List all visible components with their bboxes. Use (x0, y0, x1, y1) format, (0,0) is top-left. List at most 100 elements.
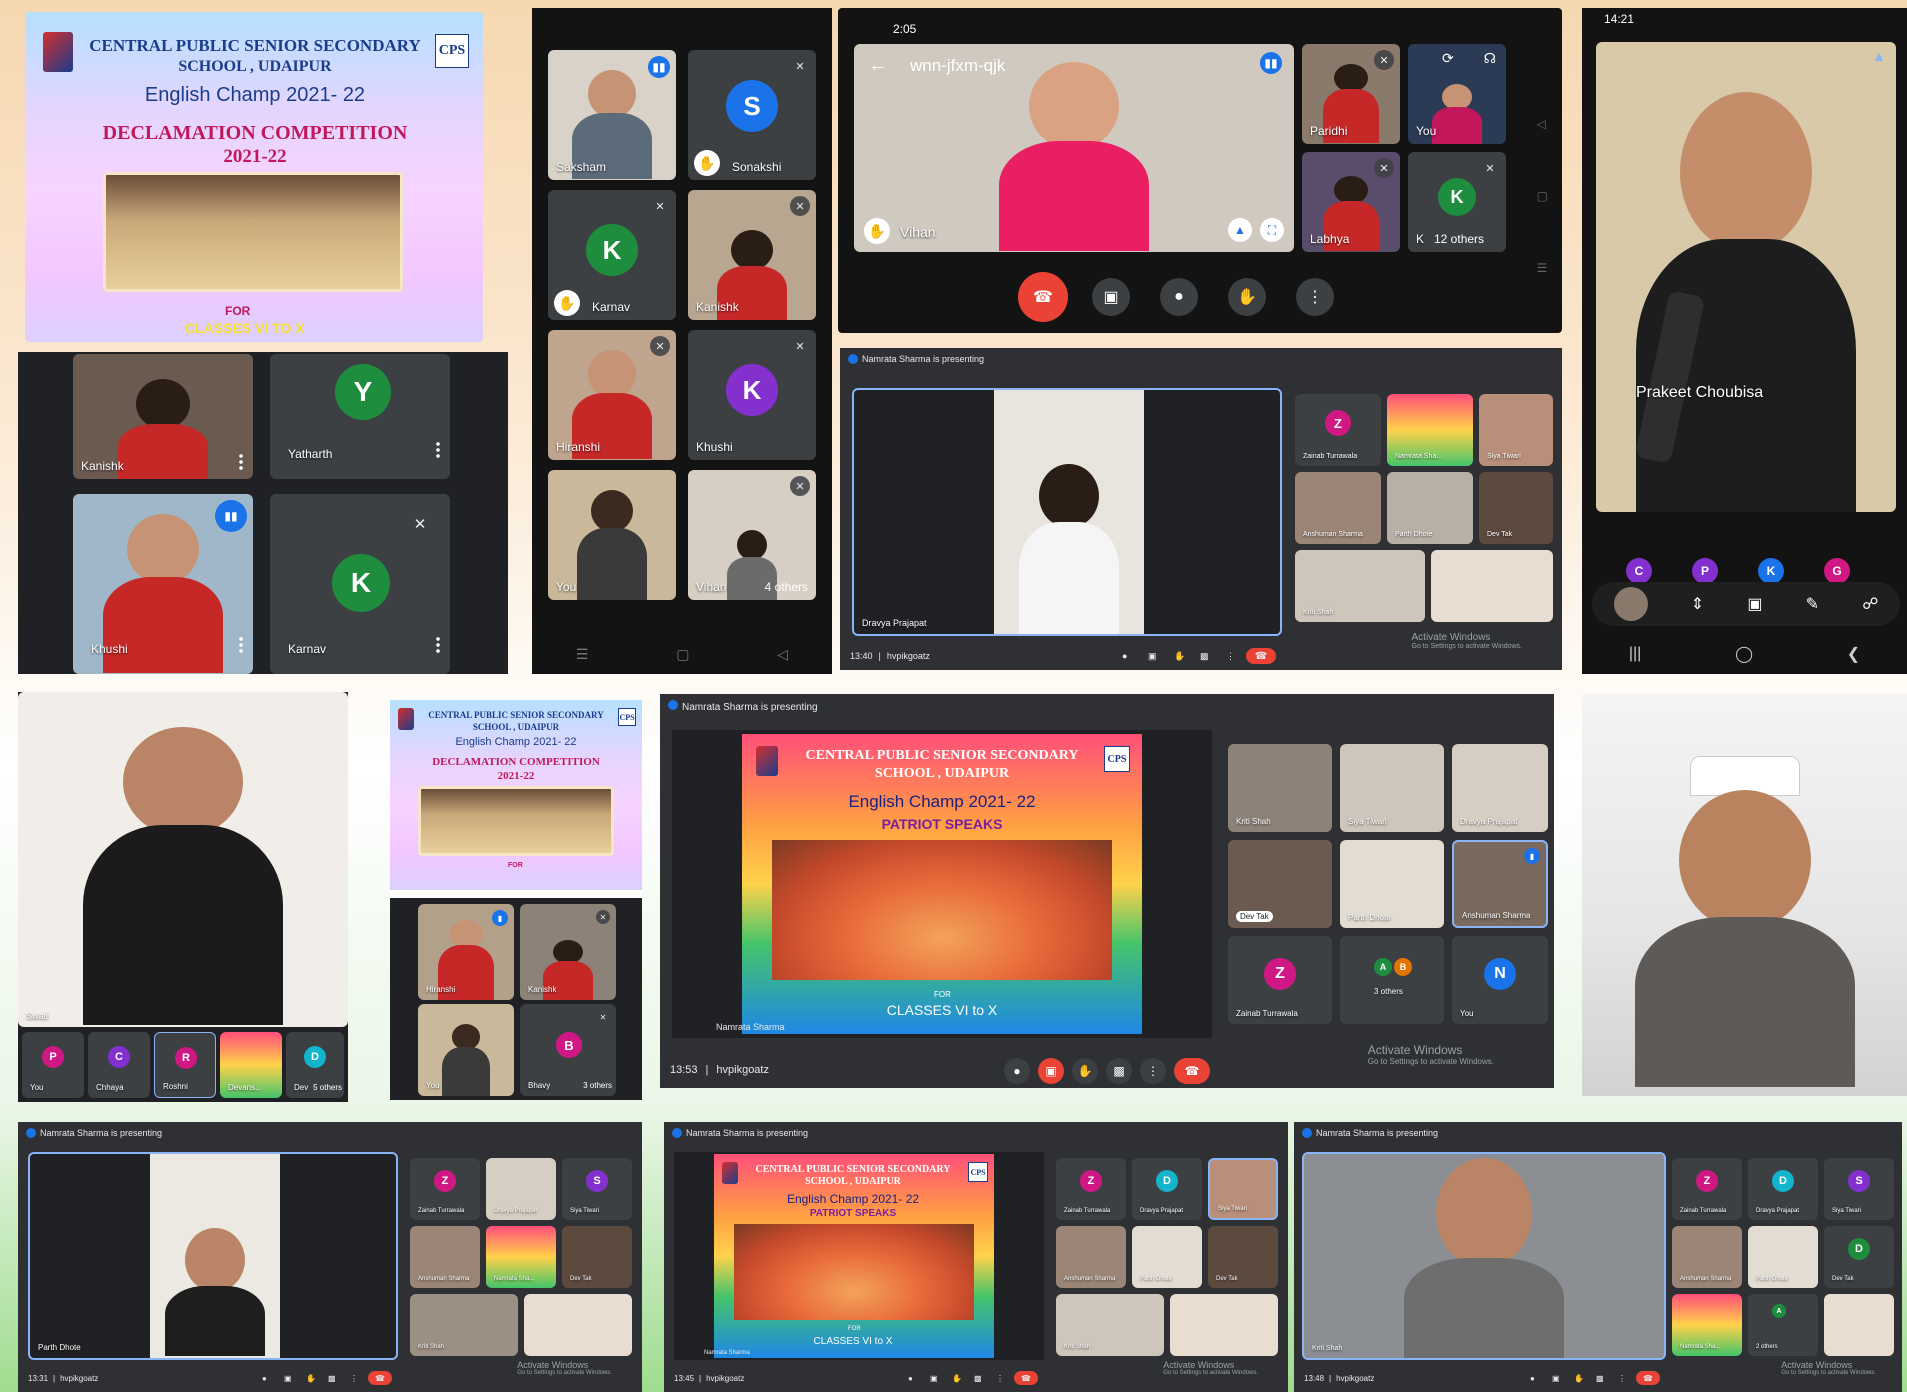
scroll-capture-icon[interactable]: ⇕ (1691, 594, 1704, 614)
mic-button[interactable]: ● (908, 1374, 913, 1383)
participant-tile[interactable]: Parth Dhote (1748, 1226, 1818, 1288)
participant-tile[interactable]: ▮▮ Khushi (73, 494, 253, 674)
recent-apps-icon[interactable]: ☰ (576, 646, 589, 663)
pin-icon[interactable]: ▲ (1228, 218, 1252, 242)
main-video[interactable]: Kriti Shah (1302, 1152, 1666, 1360)
participant-tile[interactable]: Namrata Sha... (486, 1226, 556, 1288)
participant-tile[interactable]: Dravya Prajapat (1452, 744, 1548, 832)
camera-button[interactable]: ▣ (930, 1374, 938, 1383)
more-options-button[interactable]: ⋮ (350, 1374, 358, 1383)
others-count[interactable]: 12 others (1434, 232, 1484, 246)
more-options-button[interactable]: ⋮ (1618, 1374, 1626, 1383)
participant-tile[interactable]: Z Zainab Turrawala (1672, 1158, 1742, 1220)
share-icon[interactable]: ☍ (1862, 594, 1878, 614)
main-video[interactable]: Prakeet Choubisa ▲ (1596, 42, 1896, 512)
participant-tile[interactable]: P You (22, 1032, 84, 1098)
participant-tile[interactable]: Dev Tak (1479, 472, 1553, 544)
raise-hand-button[interactable]: ✋ (1174, 651, 1185, 662)
present-button[interactable]: ▩ (328, 1374, 336, 1383)
present-button[interactable]: ▩ (1106, 1058, 1132, 1084)
camera-button[interactable]: ▣ (284, 1374, 292, 1383)
self-tile[interactable]: ⟳ ☊ You (1408, 44, 1506, 144)
participant-tile[interactable]: Z Zainab Turrawala (1295, 394, 1381, 466)
participant-tile[interactable]: ✕ S ✋ Sonakshi (688, 50, 816, 180)
recent-apps-icon[interactable]: ☰ (1537, 232, 1548, 304)
participant-tile[interactable] (1170, 1294, 1278, 1356)
participant-tile[interactable]: Anshuman Sharma (1056, 1226, 1126, 1288)
more-options-icon[interactable] (436, 441, 440, 459)
camera-off-button[interactable]: ▣ (1038, 1058, 1064, 1084)
end-call-button[interactable]: ☎ (1018, 272, 1068, 322)
participant-tile[interactable]: D Dev Tak (1824, 1226, 1894, 1288)
back-icon[interactable]: ◁ (1537, 88, 1548, 160)
camera-button[interactable]: ▣ (1148, 651, 1157, 662)
end-call-button[interactable]: ☎ (1246, 648, 1276, 664)
participant-tile[interactable]: Kriti Shah (1228, 744, 1332, 832)
avatar[interactable]: P (1692, 558, 1718, 584)
present-button[interactable]: ▩ (1200, 651, 1209, 662)
participant-tile[interactable]: D Dev 5 others (286, 1032, 344, 1098)
switch-camera-icon[interactable]: ⟳ (1442, 50, 1454, 67)
mic-button[interactable]: ● (1004, 1058, 1030, 1084)
participant-tile[interactable]: A 2 others (1748, 1294, 1818, 1356)
present-button[interactable]: ▩ (1596, 1374, 1604, 1383)
participant-tile[interactable]: ✕ Hiranshi (548, 330, 676, 460)
participant-tile[interactable]: ▮ Anshuman Sharma (1452, 840, 1548, 928)
raise-hand-button[interactable]: ✋ (306, 1374, 316, 1383)
participant-tile[interactable]: Dev Tak (1208, 1226, 1278, 1288)
participant-tile[interactable]: Dravya Prajapat (486, 1158, 556, 1220)
others-count[interactable]: 5 others (313, 1083, 342, 1092)
audio-output-icon[interactable]: ☊ (1484, 50, 1496, 67)
end-call-button[interactable]: ☎ (1014, 1371, 1038, 1385)
raise-hand-button[interactable]: ✋ (1574, 1374, 1584, 1383)
participant-tile[interactable]: Dev Tak (1228, 840, 1332, 928)
others-count[interactable]: 4 others (765, 580, 808, 594)
back-arrow-icon[interactable]: ← (868, 54, 888, 77)
self-tile[interactable]: You (548, 470, 676, 600)
participant-tile[interactable]: Siya Tiwari (1479, 394, 1553, 466)
participant-tile[interactable]: ✕ K Karnav (270, 494, 450, 674)
more-options-button[interactable]: ⋮ (1296, 278, 1334, 316)
participant-tile[interactable]: ✕ Labhya (1302, 152, 1400, 252)
participant-tile[interactable]: Kriti Shah (410, 1294, 518, 1356)
more-options-icon[interactable] (436, 636, 440, 654)
self-tile[interactable]: You (418, 1004, 514, 1096)
participant-tile[interactable]: ✕ Vihan 4 others (688, 470, 816, 600)
participant-tile[interactable]: D Dravya Prajapat (1748, 1158, 1818, 1220)
self-tile[interactable]: N You (1452, 936, 1548, 1024)
participant-tile[interactable]: AB 3 others (1340, 936, 1444, 1024)
participant-tile[interactable]: ▮ Hiranshi (418, 904, 514, 1000)
avatar[interactable]: C (1626, 558, 1652, 584)
participant-tile[interactable]: ✕ Paridhi (1302, 44, 1400, 144)
mic-button[interactable]: ● (1122, 651, 1127, 661)
participant-tile[interactable]: Y Yatharth (270, 354, 450, 479)
participant-tile[interactable]: ✕ Kanishk (520, 904, 616, 1000)
participant-tile[interactable]: Namrata Sha... (1672, 1294, 1742, 1356)
presentation-stage[interactable]: CPS CENTRAL PUBLIC SENIOR SECONDARY SCHO… (674, 1152, 1044, 1360)
participant-tile[interactable]: Z Zainab Turrawala (1228, 936, 1332, 1024)
home-icon[interactable]: ▢ (676, 646, 689, 663)
participant-tile[interactable]: Devans... (220, 1032, 282, 1098)
end-call-button[interactable]: ☎ (1636, 1371, 1660, 1385)
main-video[interactable]: ← wnn-jfxm-qjk ▮▮ ✋ Vihan ▲ ⛶ (854, 44, 1294, 252)
participant-tile[interactable]: ✕ K Khushi (688, 330, 816, 460)
participant-tile[interactable]: Anshuman Sharma (1672, 1226, 1742, 1288)
participant-tile[interactable]: Siya Tiwari (1340, 744, 1444, 832)
participant-tile[interactable]: D Dravya Prajapat (1132, 1158, 1202, 1220)
end-call-button[interactable]: ☎ (368, 1371, 392, 1385)
participant-tile[interactable] (524, 1294, 632, 1356)
participant-tile[interactable]: Dev Tak (562, 1226, 632, 1288)
crop-icon[interactable]: ▣ (1747, 594, 1762, 614)
participant-tile[interactable]: C Chhaya (88, 1032, 150, 1098)
participant-tile[interactable]: Anshuman Sharma (410, 1226, 480, 1288)
back-icon[interactable]: ◁ (777, 646, 788, 663)
mic-button[interactable]: ● (262, 1374, 267, 1383)
participant-tile[interactable] (1431, 550, 1553, 622)
participant-tile[interactable]: Kanishk (73, 354, 253, 479)
raise-hand-button[interactable]: ✋ (1228, 278, 1266, 316)
present-button[interactable]: ▩ (974, 1374, 982, 1383)
participant-tile[interactable]: ✕ K ✋ Karnav (548, 190, 676, 320)
more-options-button[interactable]: ⋮ (1226, 651, 1235, 662)
more-options-button[interactable]: ⋮ (996, 1374, 1004, 1383)
camera-button[interactable]: ▣ (1552, 1374, 1560, 1383)
